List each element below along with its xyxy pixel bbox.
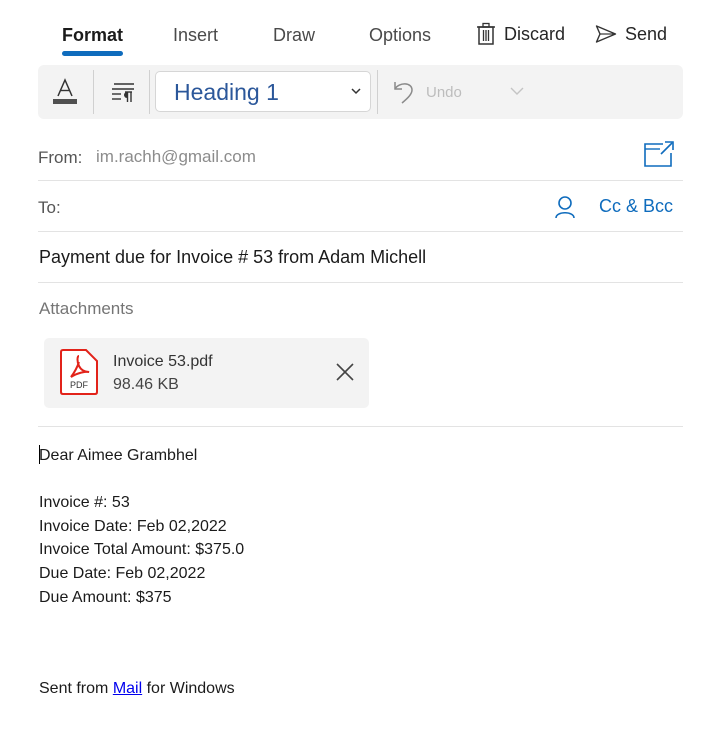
- paragraph-format-icon: [112, 83, 134, 102]
- body-greeting-line: Dear Aimee Grambhel: [39, 444, 684, 468]
- pdf-icon-label: PDF: [70, 380, 89, 390]
- from-field: From: im.rachh@gmail.com: [38, 132, 683, 181]
- to-input[interactable]: [78, 189, 538, 223]
- popout-window-icon[interactable]: [643, 140, 675, 168]
- signature-prefix: Sent from: [39, 680, 113, 697]
- undo-button[interactable]: Undo: [392, 73, 462, 111]
- paragraph-style-dropdown[interactable]: Heading 1: [155, 71, 371, 112]
- tab-draw[interactable]: Draw: [273, 24, 315, 46]
- tab-options[interactable]: Options: [369, 24, 431, 46]
- discard-button[interactable]: Discard: [476, 22, 565, 46]
- pdf-file-icon: PDF: [60, 349, 98, 395]
- send-button[interactable]: Send: [595, 22, 667, 46]
- format-toolbar: Heading 1 Undo: [38, 65, 683, 119]
- font-color-icon: [53, 78, 77, 104]
- signature: Sent from Mail for Windows: [39, 680, 235, 698]
- tab-format[interactable]: Format: [62, 24, 123, 46]
- to-field: To: Cc & Bcc: [38, 181, 683, 232]
- active-tab-indicator: [62, 51, 123, 56]
- attachment-item[interactable]: PDF Invoice 53.pdf 98.46 KB: [44, 338, 369, 408]
- to-label: To:: [38, 198, 61, 217]
- paragraph-style-value: Heading 1: [174, 79, 279, 105]
- body-divider: [38, 426, 683, 427]
- signature-suffix: for Windows: [142, 680, 235, 697]
- toolbar-separator: [93, 70, 94, 114]
- from-label: From:: [38, 148, 83, 167]
- font-color-button[interactable]: [46, 73, 84, 111]
- attachment-size: 98.46 KB: [113, 376, 179, 393]
- send-label: Send: [625, 24, 668, 44]
- chevron-down-icon: [351, 88, 361, 95]
- undo-label: Undo: [426, 83, 462, 101]
- tab-insert[interactable]: Insert: [173, 24, 218, 46]
- subject-text[interactable]: Payment due for Invoice # 53 from Adam M…: [39, 247, 426, 268]
- attachment-name: Invoice 53.pdf: [113, 353, 213, 370]
- body-line: Due Date: Feb 02,2022: [39, 564, 206, 582]
- send-icon: [595, 25, 617, 43]
- ribbon-tabs: Format Insert Draw Options Discard Send: [0, 0, 711, 62]
- toolbar-separator: [149, 70, 150, 114]
- discard-label: Discard: [504, 24, 566, 44]
- paragraph-format-button[interactable]: [104, 73, 142, 111]
- undo-icon: [394, 82, 413, 104]
- contact-picker-icon[interactable]: [554, 195, 576, 219]
- body-greeting: Dear Aimee Grambhel: [39, 447, 198, 464]
- subject-field[interactable]: Payment due for Invoice # 53 from Adam M…: [38, 232, 683, 283]
- remove-attachment-icon[interactable]: [335, 362, 355, 382]
- undo-dropdown-chevron-icon[interactable]: [510, 85, 524, 97]
- cc-bcc-button[interactable]: Cc & Bcc: [599, 196, 673, 217]
- toolbar-separator: [377, 70, 378, 114]
- body-line: Invoice Date: Feb 02,2022: [39, 517, 227, 535]
- trash-icon: [477, 22, 495, 45]
- body-line: Invoice #: 53: [39, 494, 130, 512]
- mail-app-link[interactable]: Mail: [113, 680, 142, 697]
- message-body-editor[interactable]: Dear Aimee Grambhel Invoice #: 53 Invoic…: [39, 444, 684, 609]
- attachments-heading: Attachments: [39, 299, 134, 318]
- body-line: Due Amount: $375: [39, 588, 172, 606]
- body-line: Invoice Total Amount: $375.0: [39, 541, 245, 559]
- from-account-selector[interactable]: im.rachh@gmail.com: [96, 147, 256, 167]
